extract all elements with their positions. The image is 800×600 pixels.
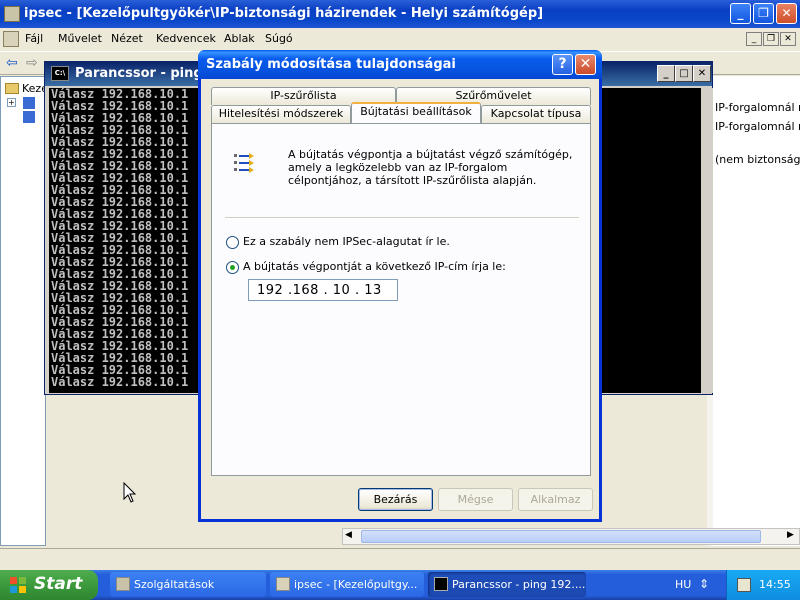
scroll-left-icon[interactable]: ◀ [345,530,352,540]
task-ipsec[interactable]: ipsec - [Kezelőpultgy... [270,572,424,597]
system-tray: 14:55 [726,570,800,600]
node-icon [23,97,35,109]
start-label: Start [34,574,83,594]
menu-file[interactable]: Fájl [25,32,43,45]
tab-tunnel-settings[interactable]: Bújtatási beállítások [351,102,481,123]
close-dialog-button[interactable]: Bezárás [358,488,433,511]
radio-tunnel-endpoint-label[interactable]: A bújtatás végpontját a következő IP-cím… [243,260,506,273]
tunnel-icon [234,153,254,173]
tunnel-settings-page: A bújtatás végpontja a bújtatást végző s… [211,123,591,476]
menu-favorites[interactable]: Kedvencek [156,32,216,45]
console-icon [434,577,448,591]
radio-tunnel-endpoint[interactable] [226,261,239,274]
ip-address-field[interactable]: 192 .168 . 10 . 13 [248,279,398,301]
menu-window[interactable]: Ablak [224,32,255,45]
start-button[interactable]: Start [0,570,98,600]
task-label: ipsec - [Kezelőpultgy... [294,578,418,591]
console-close-button[interactable]: ✕ [693,65,711,82]
dialog-title: Szabály módosítása tulajdonságai [206,57,456,72]
folder-icon [5,83,19,94]
tunnel-description: A bújtatás végpontja a bújtatást végző s… [288,148,573,187]
status-bar [0,548,800,570]
menu-action[interactable]: Művelet [58,32,102,45]
console-scrollbar[interactable] [701,88,713,393]
help-button[interactable]: ? [552,54,573,75]
mdi-minimize-button[interactable]: _ [746,32,762,46]
mmc-title: ipsec - [Kezelőpultgyökér\IP-biztonsági … [24,6,544,21]
list-item[interactable]: (nem biztonságos [715,153,800,166]
expand-icon[interactable]: + [7,98,16,107]
console-lines: Válasz 192.168.10.1 Válasz 192.168.10.1 … [51,88,189,389]
task-label: Szolgáltatások [134,578,215,591]
separator [225,217,579,219]
list-pane: IP-forgalomnál min IP-forgalomnál min (n… [707,76,800,546]
mouse-cursor-icon [123,482,137,503]
cancel-button[interactable]: Mégse [438,488,513,511]
mmc-doc-icon[interactable] [3,31,19,47]
gear-icon [116,577,130,591]
node-icon [23,111,35,123]
menu-bar: Fájl Művelet Nézet Kedvencek Ablak Súgó … [0,28,800,50]
console-title: Parancssor - ping 1 [75,66,217,81]
forward-arrow-icon[interactable]: ⇨ [26,55,38,71]
list-item[interactable]: IP-forgalomnál min [715,120,800,133]
back-arrow-icon[interactable]: ⇦ [6,55,18,71]
close-button[interactable]: ✕ [776,3,797,24]
radio-no-tunnel[interactable] [226,236,239,249]
task-services[interactable]: Szolgáltatások [110,572,266,597]
rule-properties-dialog: Szabály módosítása tulajdonságai ? ✕ IP-… [198,50,602,522]
network-icon[interactable] [737,578,751,592]
console-maximize-button[interactable]: □ [675,65,693,82]
tab-connection-type[interactable]: Kapcsolat típusa [481,105,591,123]
scrollbar-thumb[interactable] [361,530,761,543]
console-minimize-button[interactable]: _ [657,65,675,82]
language-indicator[interactable]: HU [675,578,691,591]
tree-pane: Keze + [0,76,48,546]
mmc-app-icon [4,6,20,22]
dialog-close-button[interactable]: ✕ [575,54,596,75]
tray-arrow-icon[interactable]: ⇕ [699,577,709,591]
scroll-right-icon[interactable]: ▶ [787,530,794,540]
horizontal-scrollbar[interactable]: ◀ ▶ [342,528,800,545]
mmc-icon [276,577,290,591]
taskbar: Start Szolgáltatások ipsec - [Kezelőpult… [0,570,800,600]
task-label: Parancssor - ping 192.... [452,578,586,591]
console-icon: C:\ [51,66,69,81]
windows-logo-icon [10,577,26,593]
menu-view[interactable]: Nézet [111,32,143,45]
radio-no-tunnel-label[interactable]: Ez a szabály nem IPSec-alagutat ír le. [243,235,450,248]
dialog-title-bar[interactable]: Szabály módosítása tulajdonságai ? ✕ [198,50,602,79]
mdi-close-button[interactable]: ✕ [780,32,796,46]
clock: 14:55 [759,578,791,591]
task-command-prompt[interactable]: Parancssor - ping 192.... [428,572,586,597]
menu-help[interactable]: Súgó [265,32,293,45]
tab-authentication-methods[interactable]: Hitelesítési módszerek [211,105,351,123]
mmc-title-bar[interactable]: ipsec - [Kezelőpultgyökér\IP-biztonsági … [0,0,800,28]
restore-button[interactable]: ❐ [753,3,774,24]
minimize-button[interactable]: _ [730,3,751,24]
apply-button[interactable]: Alkalmaz [518,488,593,511]
mdi-restore-button[interactable]: ❐ [763,32,779,46]
list-item[interactable]: IP-forgalomnál min [715,101,800,114]
